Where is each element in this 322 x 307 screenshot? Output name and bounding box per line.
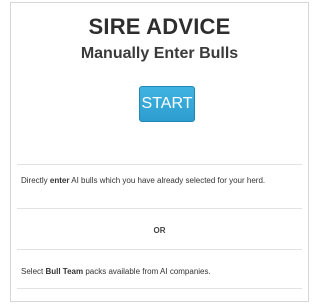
bull-team-description: Select Bull Team packs available from AI… xyxy=(21,266,298,277)
page-title: SIRE ADVICE xyxy=(88,14,231,39)
or-separator: OR xyxy=(153,226,166,235)
divider-bottom xyxy=(17,288,302,289)
direct-entry-emphasis: enter xyxy=(49,176,70,185)
start-button[interactable]: START xyxy=(139,86,195,122)
sire-advice-panel: SIRE ADVICE Manually Enter Bulls START D… xyxy=(10,2,309,302)
bull-team-emphasis: Bull Team xyxy=(45,267,84,276)
page-subtitle: Manually Enter Bulls xyxy=(80,45,239,62)
direct-entry-description: Directly enter AI bulls which you have a… xyxy=(21,175,298,186)
bull-team-rest: packs available from AI companies. xyxy=(83,267,211,276)
bull-team-lead: Select xyxy=(21,267,46,276)
direct-entry-lead: Directly xyxy=(21,176,50,185)
divider-lower xyxy=(17,249,302,250)
divider-top xyxy=(17,164,302,165)
direct-entry-rest: AI bulls which you have already selected… xyxy=(69,176,266,185)
divider-middle xyxy=(17,208,302,209)
